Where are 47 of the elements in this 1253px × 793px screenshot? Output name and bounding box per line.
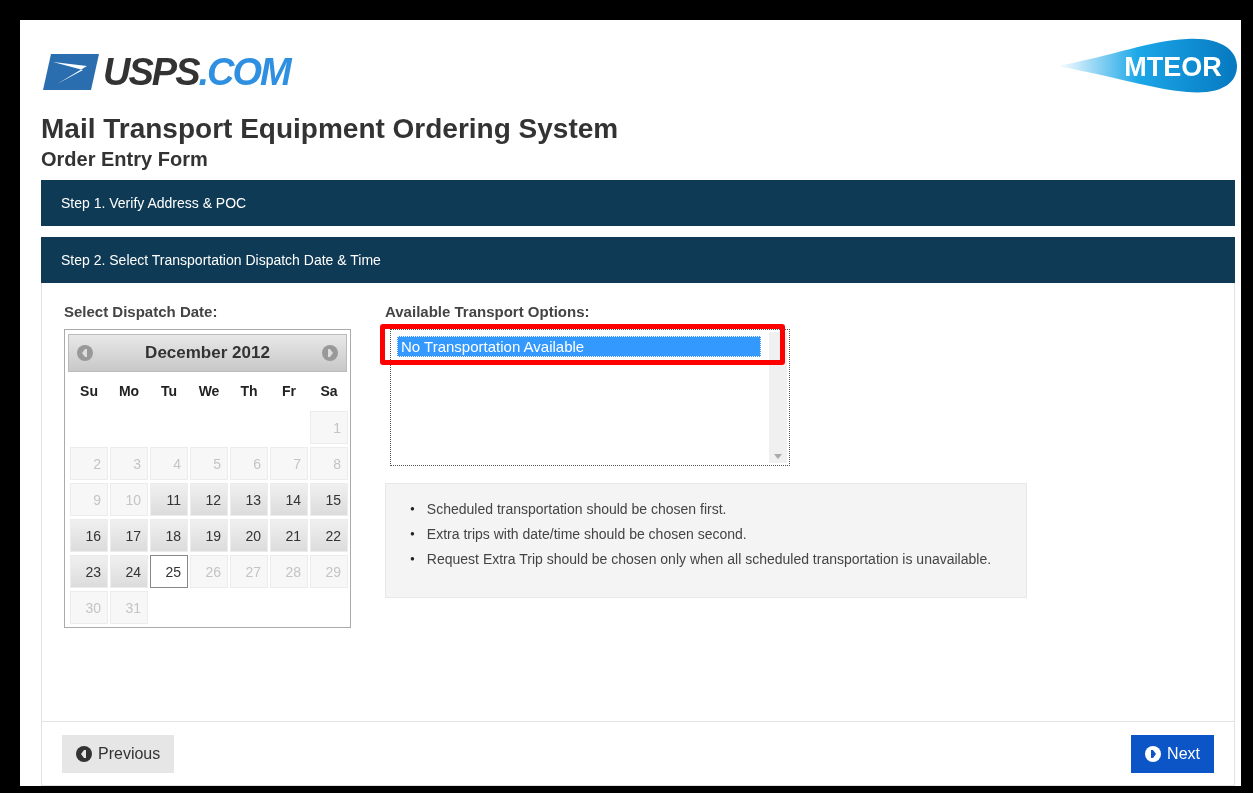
- calendar-day[interactable]: 18: [150, 519, 188, 552]
- calendar-day[interactable]: 22: [310, 519, 348, 552]
- calendar-day[interactable]: 24: [110, 555, 148, 588]
- calendar-day[interactable]: 21: [270, 519, 308, 552]
- arrow-left-icon: [76, 745, 92, 762]
- weekday-label: Su: [79, 382, 99, 401]
- calendar-day[interactable]: 13: [230, 483, 268, 516]
- calendar-day[interactable]: 23: [70, 555, 108, 588]
- eagle-logo-icon: [41, 54, 99, 90]
- bullet: ●: [410, 528, 415, 540]
- logo-domain-text: .COM: [198, 50, 290, 94]
- month-title: December 2012: [145, 343, 270, 363]
- weekday-label: Th: [239, 382, 259, 401]
- weekday-label: Mo: [117, 382, 141, 401]
- weekday-label: Fr: [281, 382, 297, 401]
- scrollbar[interactable]: [769, 332, 787, 463]
- scroll-down-icon[interactable]: [774, 454, 782, 459]
- logo-text: USPS: [103, 50, 199, 94]
- calendar-day[interactable]: 11: [150, 483, 188, 516]
- weekday-label: We: [197, 382, 221, 401]
- step-header[interactable]: Step 2. Select Transportation Dispatch Date & Time: [41, 237, 1235, 283]
- next-month-icon: [322, 345, 338, 361]
- bullet: ●: [410, 553, 415, 565]
- page-subtitle: Order Entry Form: [41, 147, 209, 172]
- step-header[interactable]: Step 1. Verify Address & POC: [41, 180, 1235, 226]
- calendar-day[interactable]: 12: [190, 483, 228, 516]
- calendar-day[interactable]: 25: [150, 555, 188, 588]
- note-text: Extra trips with date/time should be chosen second.: [426, 525, 747, 543]
- previous-month-icon: [77, 345, 93, 361]
- calendar-day[interactable]: 15: [310, 483, 348, 516]
- previous-button[interactable]: Previous: [62, 734, 175, 773]
- calendar-day[interactable]: 14: [270, 483, 308, 516]
- calendar-day[interactable]: 17: [110, 519, 148, 552]
- calendar-day[interactable]: 16: [70, 519, 108, 552]
- note-text: Scheduled transportation should be chosen first.: [426, 500, 727, 518]
- note-text: Request Extra Trip should be chosen only when all scheduled transportation is unavailable.: [426, 550, 992, 568]
- options-label: Available Transport Options:: [385, 303, 591, 320]
- bullet: ●: [410, 503, 415, 515]
- weekday-label: Sa: [319, 382, 339, 401]
- date-label: Select Dispatch Date:: [64, 303, 219, 320]
- calendar-day[interactable]: 19: [190, 519, 228, 552]
- calendar-day[interactable]: 20: [230, 519, 268, 552]
- page-title: Mail Transport Equipment Ordering System: [41, 112, 620, 146]
- weekday-label: Tu: [159, 382, 179, 401]
- next-button[interactable]: Next: [1131, 734, 1214, 773]
- mteor-logo: MTEOR: [1057, 37, 1237, 95]
- arrow-right-icon: [1145, 745, 1162, 762]
